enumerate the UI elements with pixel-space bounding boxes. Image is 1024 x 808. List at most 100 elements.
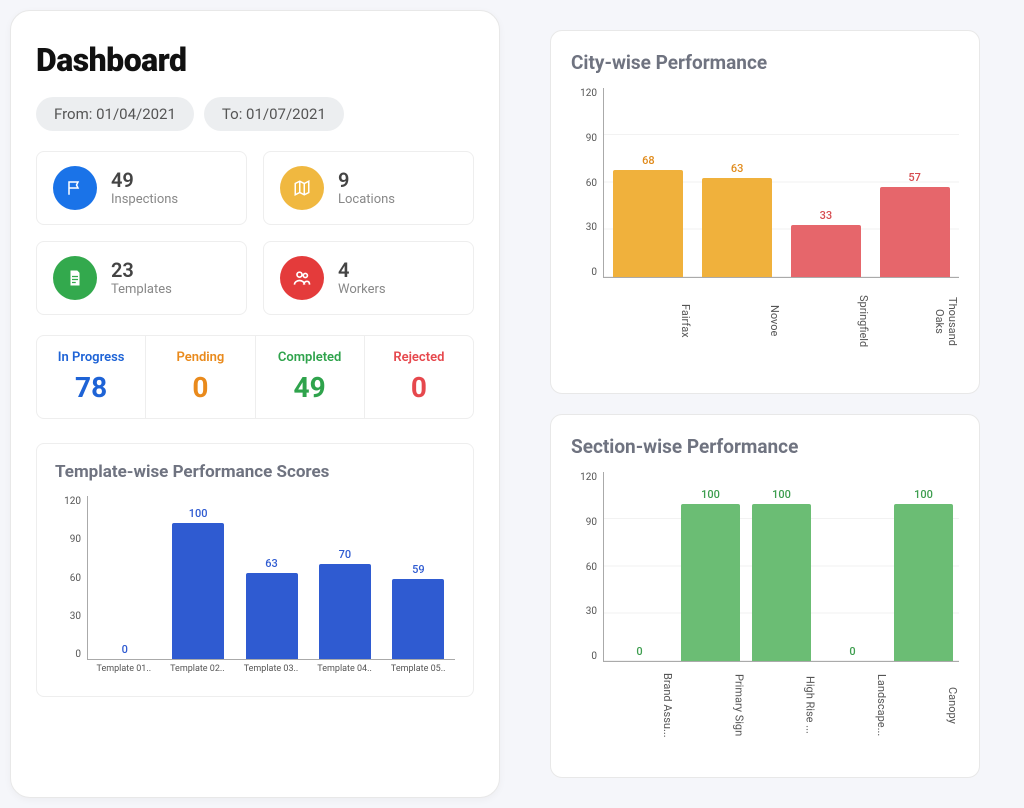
stat-grid: 49 Inspections 9 Locations 23	[36, 151, 474, 315]
bar-value: 100	[772, 488, 791, 501]
bars: 0 100 63 70 59	[87, 496, 455, 660]
bar[interactable]: 63	[693, 88, 782, 277]
chart-city: City-wise Performance 1209060300 6863 33 5…	[550, 30, 980, 394]
status-label: Pending	[150, 350, 250, 365]
chart-section: Section-wise Performance 1209060300 0 100…	[550, 414, 980, 778]
stat-locations[interactable]: 9 Locations	[263, 151, 474, 225]
flag-icon	[53, 166, 97, 210]
bars: 0 100 100 0 100	[603, 472, 959, 662]
bar[interactable]: 0	[817, 472, 888, 661]
x-label: Template 02..	[161, 660, 235, 686]
bar[interactable]: 0	[604, 472, 675, 661]
stat-value: 9	[338, 170, 395, 190]
status-value: 78	[41, 371, 141, 404]
stat-templates[interactable]: 23 Templates	[36, 241, 247, 315]
chart-title: Section-wise Performance	[571, 435, 959, 458]
bar[interactable]: 100	[161, 496, 234, 659]
chart-body: 1209060300 0100637059 Template 01..Templ…	[55, 496, 455, 686]
bar-value: 100	[701, 488, 720, 501]
x-label: Brand Assu...	[603, 662, 674, 742]
status-completed[interactable]: Completed 49	[256, 336, 365, 418]
stat-label: Inspections	[111, 192, 178, 207]
status-label: Completed	[260, 350, 360, 365]
stat-value: 4	[338, 260, 386, 280]
users-icon	[280, 256, 324, 300]
bar-rect	[246, 573, 298, 659]
bar-value: 0	[636, 645, 642, 658]
x-label: Template 05..	[381, 660, 455, 686]
x-label: High Rise ...	[745, 662, 816, 742]
chart-body: 1209060300 01001000100 Brand Assu...Prim…	[571, 472, 959, 662]
bar-value: 63	[265, 557, 278, 570]
date-filters: From: 01/04/2021 To: 01/07/2021	[36, 97, 474, 131]
bar-value: 33	[820, 209, 833, 222]
chart-title: Template-wise Performance Scores	[55, 462, 455, 482]
bar-value: 0	[849, 645, 855, 658]
bar[interactable]: 63	[235, 496, 308, 659]
x-label: Template 03..	[234, 660, 308, 686]
bar[interactable]: 57	[870, 88, 959, 277]
x-axis: Template 01..Template 02..Template 03..T…	[87, 660, 455, 686]
x-label: Template 04..	[308, 660, 382, 686]
chart-template: Template-wise Performance Scores 1209060…	[36, 443, 474, 697]
bar-value: 57	[908, 171, 921, 184]
x-label: Novoe	[692, 278, 781, 358]
bar[interactable]: 100	[888, 472, 959, 661]
filter-to[interactable]: To: 01/07/2021	[204, 97, 344, 131]
bar-rect	[392, 579, 444, 659]
status-rejected[interactable]: Rejected 0	[365, 336, 473, 418]
x-axis: FairfaxNovoeSpringfieldThousand Oaks	[603, 278, 959, 358]
bar-rect	[172, 523, 224, 659]
bar[interactable]: 68	[604, 88, 693, 277]
status-value: 0	[369, 371, 469, 404]
stat-label: Templates	[111, 282, 172, 297]
filter-from[interactable]: From: 01/04/2021	[36, 97, 194, 131]
x-label: Landscape...	[817, 662, 888, 742]
bar[interactable]: 70	[308, 496, 381, 659]
bar[interactable]: 100	[675, 472, 746, 661]
stat-inspections[interactable]: 49 Inspections	[36, 151, 247, 225]
bar[interactable]: 0	[88, 496, 161, 659]
bar-rect	[894, 504, 953, 662]
y-axis: 1209060300	[571, 88, 601, 278]
bar-rect	[681, 504, 740, 662]
stat-value: 49	[111, 170, 178, 190]
x-label: Canopy	[888, 662, 959, 742]
status-in-progress[interactable]: In Progress 78	[37, 336, 146, 418]
dashboard-panel: Dashboard From: 01/04/2021 To: 01/07/202…	[10, 10, 500, 798]
bar-rect	[791, 225, 861, 277]
stat-workers[interactable]: 4 Workers	[263, 241, 474, 315]
bar-rect	[752, 504, 811, 662]
stat-value: 23	[111, 260, 172, 280]
x-axis: Brand Assu...Primary SignHigh Rise ...La…	[603, 662, 959, 742]
map-icon	[280, 166, 324, 210]
bar-rect	[613, 170, 683, 277]
chart-title: City-wise Performance	[571, 51, 959, 74]
status-pending[interactable]: Pending 0	[146, 336, 255, 418]
x-label: Fairfax	[603, 278, 692, 358]
document-icon	[53, 256, 97, 300]
y-axis: 1209060300	[55, 496, 85, 660]
bar-value: 70	[339, 548, 352, 561]
bar-rect	[880, 187, 950, 277]
bar-value: 100	[189, 507, 208, 520]
status-row: In Progress 78 Pending 0 Completed 49 Re…	[36, 335, 474, 419]
right-panel: City-wise Performance 1209060300 6863 33 5…	[530, 10, 1000, 798]
page-title: Dashboard	[36, 41, 474, 79]
bar[interactable]: 33	[782, 88, 871, 277]
x-label: Primary Sign	[674, 662, 745, 742]
bar-rect	[702, 178, 772, 277]
bar[interactable]: 59	[382, 496, 455, 659]
bar[interactable]: 100	[746, 472, 817, 661]
bar-value: 0	[122, 643, 128, 656]
x-label: Thousand Oaks	[870, 278, 959, 358]
bar-value: 100	[914, 488, 933, 501]
bar-rect	[319, 564, 371, 659]
x-label: Springfield	[781, 278, 870, 358]
y-axis: 1209060300	[571, 472, 601, 662]
stat-label: Workers	[338, 282, 386, 297]
status-value: 0	[150, 371, 250, 404]
bar-value: 59	[412, 563, 425, 576]
x-label: Template 01..	[87, 660, 161, 686]
status-label: In Progress	[41, 350, 141, 365]
